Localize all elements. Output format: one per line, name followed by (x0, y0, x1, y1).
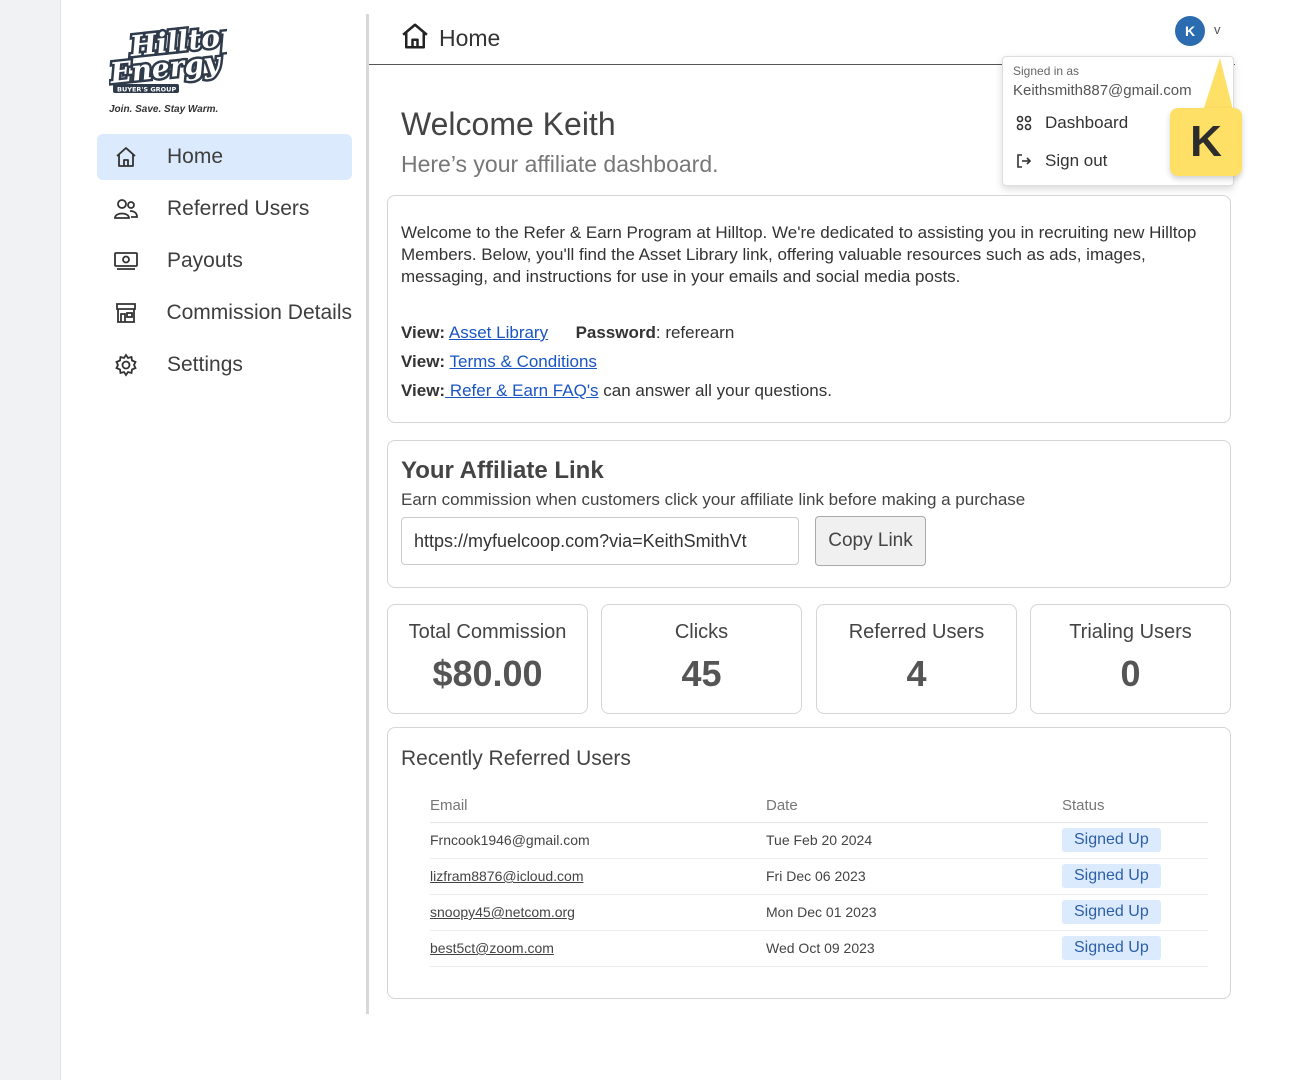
sidebar-item-label: Payouts (167, 249, 243, 272)
affiliate-link-input[interactable] (401, 517, 799, 565)
terms-line: View: Terms & Conditions (401, 352, 597, 372)
status-badge: Signed Up (1062, 936, 1161, 960)
stat-label: Referred Users (848, 621, 985, 643)
home-icon (113, 144, 139, 170)
table-row: best5ct@zoom.com Wed Oct 09 2023 Signed … (430, 930, 1208, 967)
asset-library-link[interactable]: Asset Library (449, 323, 548, 342)
stat-trialing-users: Trialing Users 0 (1030, 604, 1231, 714)
sidebar-item-payouts[interactable]: Payouts (97, 238, 352, 284)
asset-library-line: View: Asset Library Password: referearn (401, 323, 734, 343)
users-icon (113, 196, 139, 222)
stat-label: Trialing Users (1069, 621, 1192, 643)
chevron-down-icon[interactable]: v (1214, 22, 1221, 37)
recent-referrals-card: Recently Referred Users Email Date Statu… (387, 727, 1231, 999)
logo-tagline: Join. Save. Stay Warm. (109, 104, 219, 115)
referral-date: Mon Dec 01 2023 (766, 894, 1062, 931)
sidebar-item-commission-details[interactable]: Commission Details (97, 290, 352, 336)
password-value: : referearn (655, 323, 735, 342)
svg-text:BUYER'S GROUP: BUYER'S GROUP (117, 86, 176, 94)
stat-label: Total Commission (408, 621, 567, 643)
menu-item-label: Dashboard (1045, 113, 1129, 132)
sidebar-nav: Home Referred Users Payouts Commission D… (97, 134, 352, 394)
view-label: View: (401, 381, 446, 400)
terms-conditions-link[interactable]: Terms & Conditions (450, 352, 597, 371)
stat-value: 4 (906, 653, 927, 694)
stat-value: 45 (681, 653, 722, 694)
sidebar-item-settings[interactable]: Settings (97, 342, 352, 388)
stat-value: 0 (1120, 653, 1141, 694)
table-row: Frncook1946@gmail.com Tue Feb 20 2024 Si… (430, 822, 1208, 859)
affiliate-description: Earn commission when customers click you… (401, 490, 1026, 509)
signed-in-email: Keithsmith887@gmail.com (1013, 82, 1192, 99)
program-intro-card: Welcome to the Refer & Earn Program at H… (387, 195, 1231, 423)
window-gutter (0, 0, 61, 1080)
sidebar-item-home[interactable]: Home (97, 134, 352, 180)
store-icon (113, 300, 138, 326)
column-header-date: Date (766, 790, 1062, 823)
referral-date: Tue Feb 20 2024 (766, 822, 1062, 859)
sign-out-icon (1015, 152, 1033, 170)
table-row: lizfram8876@icloud.com Fri Dec 06 2023 S… (430, 858, 1208, 895)
intro-paragraph: Welcome to the Refer & Earn Program at H… (401, 223, 1197, 286)
svg-text:Energy: Energy (109, 45, 223, 90)
grid-icon (1015, 114, 1033, 132)
status-badge: Signed Up (1062, 828, 1161, 852)
referral-email-link[interactable]: snoopy45@netcom.org (430, 904, 575, 920)
gear-icon (113, 352, 139, 378)
hilltop-energy-logo[interactable]: Hilltop Energy BUYER'S GROUP Join. Save.… (105, 16, 244, 122)
breadcrumb: Home (439, 25, 501, 51)
referral-email-link[interactable]: best5ct@zoom.com (430, 940, 554, 956)
view-label: View: (401, 352, 446, 371)
copy-link-button[interactable]: Copy Link (815, 516, 926, 566)
sidebar-item-label: Settings (167, 353, 243, 376)
referral-date: Wed Oct 09 2023 (766, 930, 1062, 967)
status-badge: Signed Up (1062, 900, 1161, 924)
sidebar-item-label: Commission Details (166, 301, 352, 324)
password-label: Password (575, 323, 656, 342)
stat-value: $80.00 (432, 653, 543, 694)
menu-item-dashboard[interactable]: Dashboard (1015, 113, 1128, 133)
recent-referrals-title: Recently Referred Users (401, 747, 631, 770)
affiliate-link-card: Your Affiliate Link Earn commission when… (387, 440, 1231, 588)
sidebar-divider (366, 14, 369, 1014)
logo-graphic: Hilltop Energy BUYER'S GROUP (105, 16, 244, 94)
signed-in-label: Signed in as (1013, 64, 1080, 78)
table-row: snoopy45@netcom.org Mon Dec 01 2023 Sign… (430, 894, 1208, 931)
sidebar: Hilltop Energy BUYER'S GROUP Join. Save.… (61, 0, 368, 1014)
referral-email: Frncook1946@gmail.com (430, 832, 590, 848)
status-badge: Signed Up (1062, 864, 1161, 888)
sidebar-item-label: Referred Users (167, 197, 310, 220)
keyboard-key-callout: K (1170, 108, 1242, 176)
sidebar-item-label: Home (167, 145, 224, 168)
menu-item-sign-out[interactable]: Sign out (1015, 151, 1107, 171)
stat-referred-users: Referred Users 4 (816, 604, 1017, 714)
home-icon[interactable] (400, 21, 430, 56)
table-header-row: Email Date Status (430, 790, 1208, 823)
column-header-email: Email (430, 790, 766, 823)
faq-suffix: can answer all your questions. (598, 381, 832, 400)
avatar[interactable]: K (1175, 16, 1205, 46)
referrals-table: Email Date Status Frncook1946@gmail.com … (430, 790, 1208, 967)
affiliate-title: Your Affiliate Link (401, 457, 604, 484)
view-label: View: (401, 323, 446, 342)
referral-date: Fri Dec 06 2023 (766, 858, 1062, 895)
sidebar-item-referred-users[interactable]: Referred Users (97, 186, 352, 232)
faq-line: View: Refer & Earn FAQ's can answer all … (401, 381, 832, 401)
referral-email-link[interactable]: lizfram8876@icloud.com (430, 868, 584, 884)
column-header-status: Status (1062, 790, 1208, 823)
menu-item-label: Sign out (1045, 151, 1108, 170)
callout-pointer (1202, 58, 1234, 114)
stat-total-commission: Total Commission $80.00 (387, 604, 588, 714)
faq-link[interactable]: Refer & Earn FAQ's (445, 381, 599, 400)
money-icon (113, 248, 139, 274)
page-title: Welcome Keith (401, 106, 616, 142)
stat-label: Clicks (674, 621, 729, 643)
stat-clicks: Clicks 45 (601, 604, 802, 714)
page-subtitle: Here’s your affiliate dashboard. (401, 151, 719, 177)
